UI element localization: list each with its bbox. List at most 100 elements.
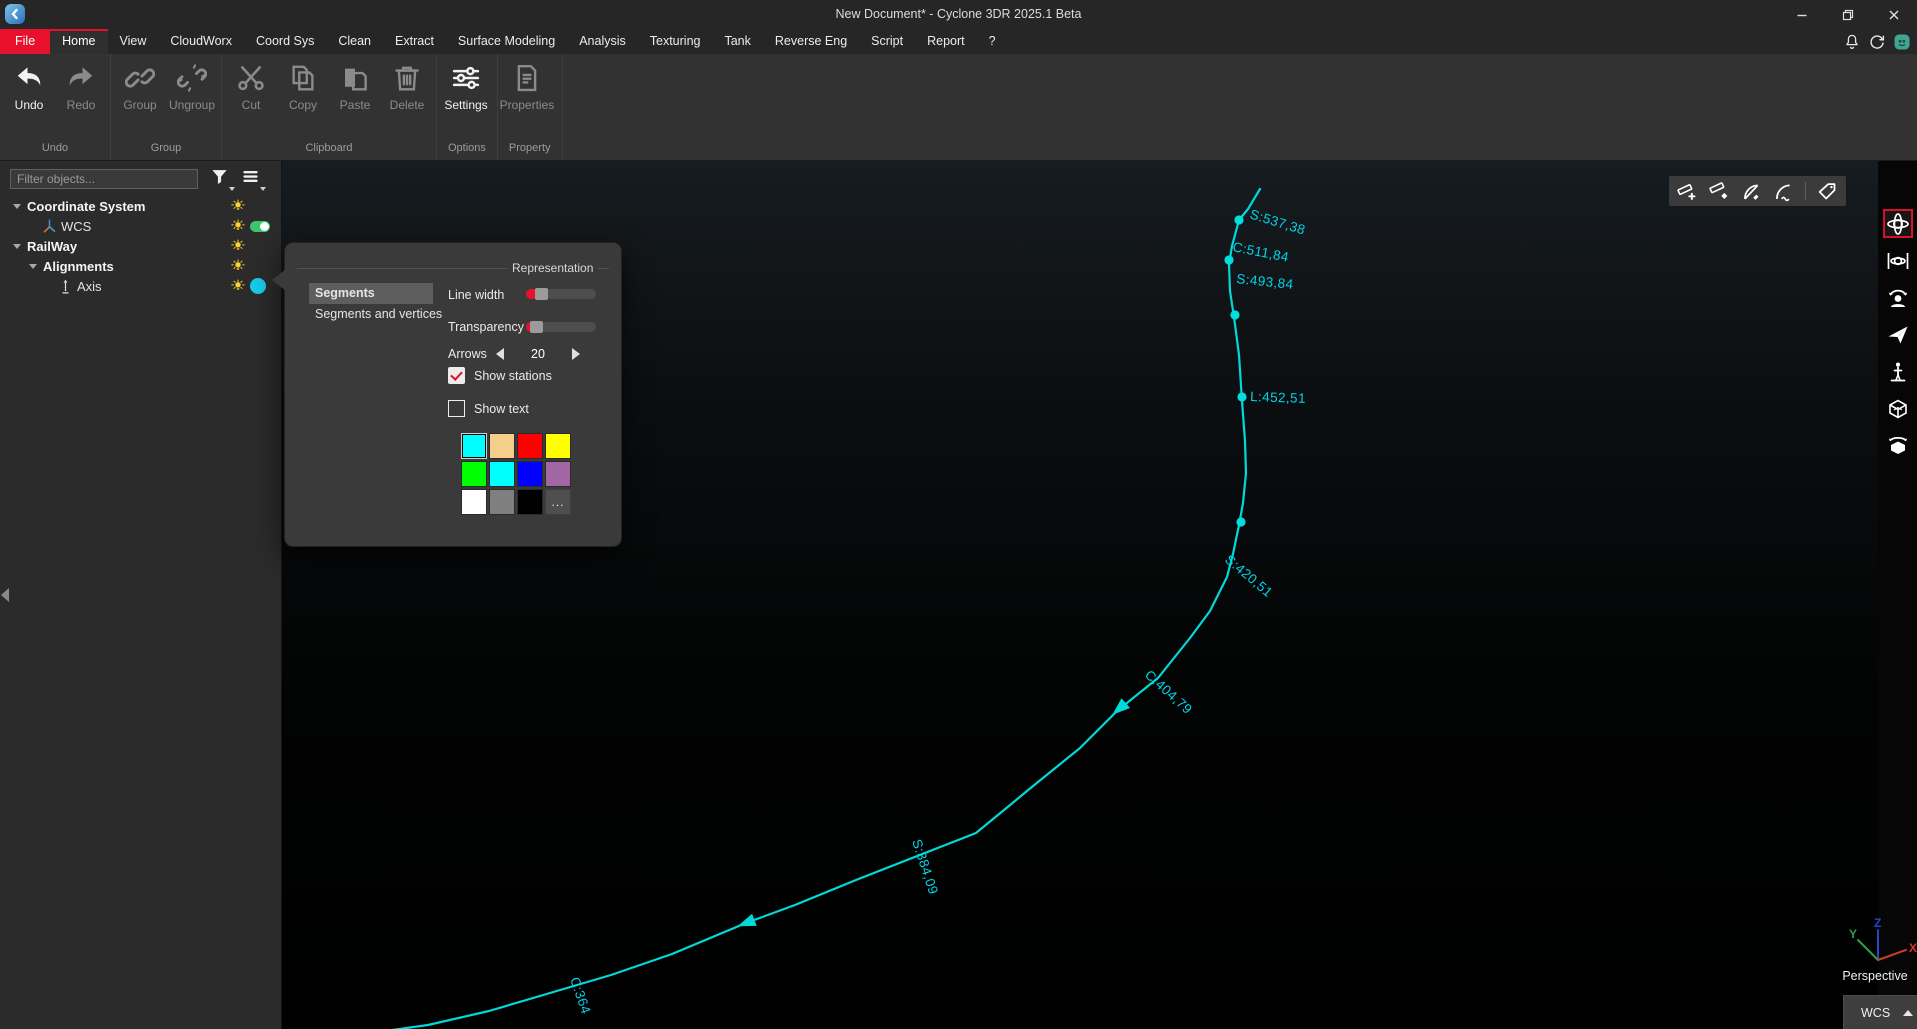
tree-row-coordinate-system[interactable]: Coordinate System [0, 196, 281, 216]
mode-segments-and-vertices[interactable]: Segments and vertices [309, 304, 448, 325]
object-color-dot[interactable] [250, 278, 266, 294]
menu-item-file[interactable]: File [0, 29, 50, 54]
restore-button[interactable] [1825, 0, 1871, 29]
ribbon-group-clipboard: CutCopyPasteDeleteClipboard [222, 54, 437, 160]
line-width-slider[interactable] [526, 289, 596, 299]
tree-menu-icon[interactable] [241, 167, 260, 191]
measure-add-icon[interactable] [1677, 181, 1698, 202]
titlebar: New Document* - Cyclone 3DR 2025.1 Beta [0, 0, 1917, 29]
tree-row-wcs[interactable]: WCS [0, 216, 281, 236]
color-swatch[interactable] [489, 461, 515, 487]
view-cube-button[interactable] [1883, 394, 1913, 423]
sync-icon[interactable] [1868, 33, 1886, 51]
close-button[interactable] [1871, 0, 1917, 29]
fly-icon [1886, 323, 1910, 347]
menu-item-home[interactable]: Home [50, 29, 107, 54]
menu-item-clean[interactable]: Clean [326, 29, 383, 54]
show-text-checkbox[interactable] [448, 400, 465, 417]
more-colors-button[interactable]: ... [545, 489, 571, 515]
tag-icon[interactable] [1817, 181, 1838, 202]
bell-icon[interactable] [1843, 33, 1861, 51]
menu-item-report[interactable]: Report [915, 29, 977, 54]
bulb-icon[interactable] [231, 239, 245, 253]
station-vertex[interactable] [1234, 215, 1243, 224]
menu-item-texturing[interactable]: Texturing [638, 29, 713, 54]
fly-button[interactable] [1883, 320, 1913, 349]
tree-row-railway[interactable]: RailWay [0, 236, 281, 256]
color-swatch[interactable] [461, 489, 487, 515]
transparency-slider[interactable] [526, 322, 596, 332]
menu-item-tank[interactable]: Tank [712, 29, 762, 54]
delete-button[interactable]: Delete [381, 63, 433, 112]
station-vertex[interactable] [1230, 310, 1239, 319]
orbit-button[interactable] [1883, 209, 1913, 238]
turntable-icon [1886, 434, 1910, 458]
undo-button[interactable]: Undo [3, 63, 55, 112]
bulb-icon[interactable] [231, 259, 245, 273]
filter-objects-input[interactable] [10, 169, 198, 189]
triad-icon [41, 218, 61, 235]
tree-row-alignments[interactable]: Alignments [0, 256, 281, 276]
color-swatch[interactable] [517, 461, 543, 487]
arrows-increase-icon[interactable] [572, 348, 580, 360]
orbit-constrained-button[interactable] [1883, 246, 1913, 275]
paste-button[interactable]: Paste [329, 63, 381, 112]
walk-button[interactable] [1883, 357, 1913, 386]
station-vertex[interactable] [1224, 255, 1233, 264]
settings-button[interactable]: Settings [440, 63, 492, 112]
trash-icon [392, 63, 422, 93]
menu-item-reverse-eng[interactable]: Reverse Eng [763, 29, 859, 54]
copy-button[interactable]: Copy [277, 63, 329, 112]
x-axis-label: X [1909, 941, 1917, 955]
color-swatch[interactable] [489, 433, 515, 459]
color-swatch[interactable] [461, 433, 487, 459]
cut-button[interactable]: Cut [225, 63, 277, 112]
copy-icon [288, 63, 318, 93]
menu-item-extract[interactable]: Extract [383, 29, 446, 54]
angle-profile-icon[interactable] [1773, 181, 1794, 202]
sliders-icon [451, 63, 481, 93]
arrows-decrease-icon[interactable] [496, 348, 504, 360]
filter-funnel-icon[interactable] [210, 167, 229, 191]
menu-item-coord-sys[interactable]: Coord Sys [244, 29, 326, 54]
color-swatch[interactable] [517, 433, 543, 459]
minimize-button[interactable] [1779, 0, 1825, 29]
show-stations-checkbox[interactable] [448, 367, 465, 384]
menu-item-analysis[interactable]: Analysis [567, 29, 638, 54]
scissors-icon [236, 63, 266, 93]
ungroup-button[interactable]: Ungroup [166, 63, 218, 112]
assistant-icon[interactable] [1893, 33, 1911, 51]
measure-diamond-icon[interactable] [1709, 181, 1730, 202]
station-vertex[interactable] [1236, 517, 1245, 526]
color-swatch[interactable] [517, 489, 543, 515]
examine-button[interactable] [1883, 283, 1913, 312]
expander-icon[interactable] [13, 244, 27, 249]
coordinate-system-selector[interactable]: WCS [1843, 995, 1917, 1029]
bulb-icon[interactable] [231, 279, 245, 293]
tree-row-axis[interactable]: Axis [0, 276, 281, 296]
color-swatch[interactable] [489, 489, 515, 515]
angle-icon[interactable] [1741, 181, 1762, 202]
expander-icon[interactable] [13, 204, 27, 209]
color-swatch[interactable] [461, 461, 487, 487]
group-button[interactable]: Group [114, 63, 166, 112]
menu-item-surface-modeling[interactable]: Surface Modeling [446, 29, 567, 54]
menu-item-cloudworx[interactable]: CloudWorx [158, 29, 244, 54]
mode-segments[interactable]: Segments [309, 283, 433, 304]
button-label: Properties [500, 98, 555, 112]
ribbon-group-options: SettingsOptions [437, 54, 498, 160]
expander-icon[interactable] [29, 264, 43, 269]
menu-item-view[interactable]: View [108, 29, 159, 54]
bulb-icon[interactable] [231, 219, 245, 233]
visibility-toggle[interactable] [250, 221, 270, 232]
panel-collapse-icon[interactable] [1, 588, 9, 602]
redo-button[interactable]: Redo [55, 63, 107, 112]
turntable-button[interactable] [1883, 431, 1913, 460]
bulb-icon[interactable] [231, 199, 245, 213]
menu-item-help[interactable]: ? [977, 29, 1008, 54]
properties-button[interactable]: Properties [501, 63, 553, 112]
color-swatch[interactable] [545, 461, 571, 487]
color-swatch[interactable] [545, 433, 571, 459]
menu-item-script[interactable]: Script [859, 29, 915, 54]
station-vertex[interactable] [1237, 392, 1246, 401]
